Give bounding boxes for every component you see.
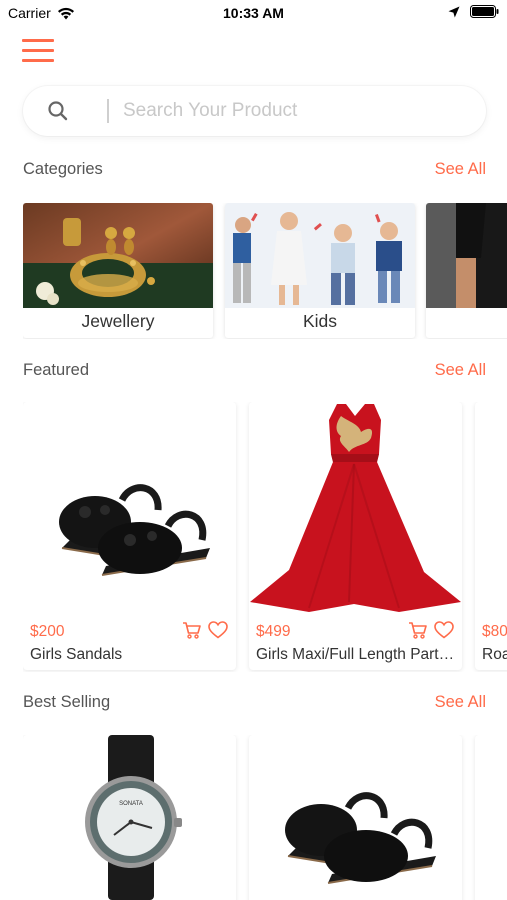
product-name: Girls Maxi/Full Length Party Dress <box>256 646 456 663</box>
category-card-kids[interactable]: Kids <box>225 203 415 338</box>
product-name: Girls Sandals <box>30 646 123 663</box>
men-image <box>426 203 507 308</box>
featured-see-all-link[interactable]: See All <box>435 361 486 380</box>
product-actions <box>182 621 228 639</box>
product-card[interactable] <box>475 735 507 900</box>
hamburger-line <box>22 59 54 62</box>
status-right <box>448 5 499 18</box>
best-selling-title: Best Selling <box>23 693 111 711</box>
product-card[interactable]: $80 Roa <box>475 402 507 670</box>
watch-brand: SONATA <box>119 801 143 807</box>
search-icon[interactable] <box>47 100 69 122</box>
category-card-men[interactable]: M <box>426 203 507 338</box>
search-divider <box>107 99 109 123</box>
categories-title: Categories <box>23 160 103 178</box>
hamburger-line <box>22 39 54 42</box>
categories-carousel[interactable]: Jewellery Kids <box>23 203 507 339</box>
product-card[interactable] <box>249 735 462 900</box>
category-label: Kids <box>302 311 338 331</box>
product-price: $200 <box>30 623 65 640</box>
search-bar[interactable] <box>23 86 486 136</box>
hamburger-line <box>22 49 54 52</box>
product-card[interactable]: $200 Girls Sandals <box>23 402 236 670</box>
jewellery-image <box>23 203 213 308</box>
heart-icon[interactable] <box>434 621 454 639</box>
product-name: Roa <box>482 646 507 663</box>
best-selling-see-all-link[interactable]: See All <box>435 693 486 712</box>
cart-icon[interactable] <box>408 621 428 639</box>
category-card-jewellery[interactable]: Jewellery <box>23 203 213 338</box>
best-selling-carousel[interactable]: SONATA <box>23 735 507 900</box>
featured-carousel[interactable]: $200 Girls Sandals $499 Girls Maxi/Full … <box>23 402 507 672</box>
battery-icon <box>470 5 499 18</box>
product-price: $80 <box>482 623 507 640</box>
product-card[interactable]: $499 Girls Maxi/Full Length Party Dress <box>249 402 462 670</box>
status-bar: Carrier 10:33 AM <box>0 0 507 28</box>
categories-see-all-link[interactable]: See All <box>435 160 486 179</box>
search-input[interactable] <box>123 98 463 124</box>
product-image <box>23 402 236 617</box>
cart-icon[interactable] <box>182 621 202 639</box>
category-label: Jewellery <box>81 311 155 331</box>
kids-image <box>225 203 415 308</box>
product-image <box>249 735 462 900</box>
product-price: $499 <box>256 623 291 640</box>
featured-title: Featured <box>23 361 90 379</box>
heart-icon[interactable] <box>208 621 228 639</box>
product-actions <box>408 621 454 639</box>
product-image: SONATA <box>23 735 236 900</box>
location-arrow-icon <box>448 6 460 17</box>
status-time: 10:33 AM <box>223 5 284 21</box>
product-card[interactable]: SONATA <box>23 735 236 900</box>
hamburger-menu-icon[interactable] <box>22 39 54 65</box>
category-label: M <box>426 311 507 332</box>
product-image <box>249 402 462 617</box>
